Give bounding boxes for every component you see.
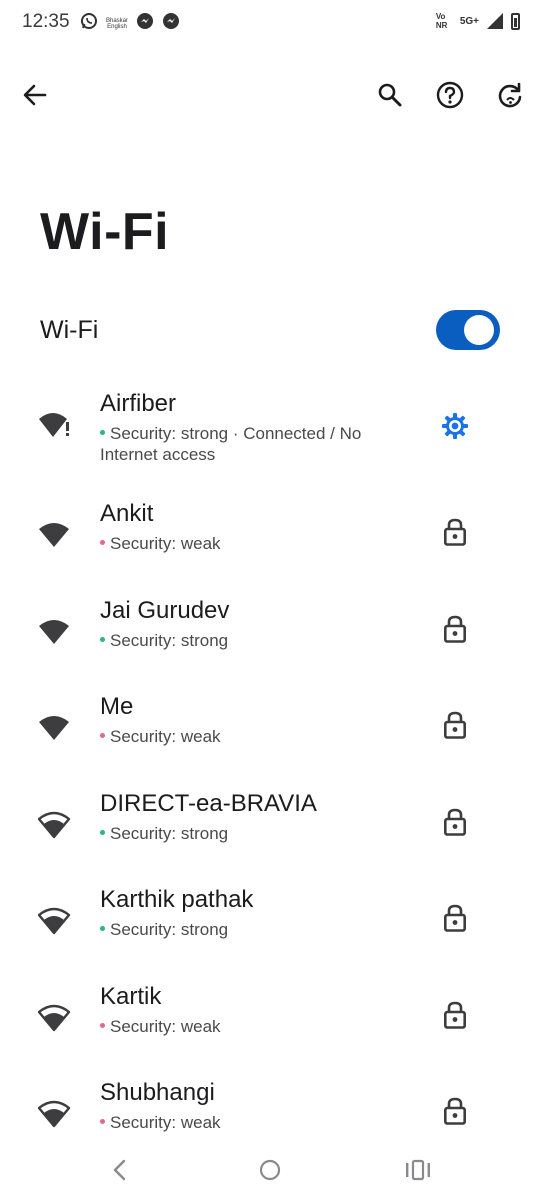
list-item[interactable]: DIRECT-ea-BRAVIA Security: strong bbox=[0, 782, 540, 879]
network-name: Kartik bbox=[100, 982, 162, 1010]
lock-icon bbox=[443, 808, 466, 836]
wifi-medium-icon bbox=[38, 1004, 71, 1031]
status-time: 12:35 bbox=[22, 11, 70, 32]
lock-indicator bbox=[440, 806, 470, 838]
wifi-full-icon bbox=[39, 619, 69, 644]
nav-home-icon bbox=[259, 1159, 281, 1181]
security-strong-dot bbox=[100, 926, 105, 932]
security-text: Security: strong · Connected / No Intern… bbox=[100, 424, 362, 464]
search-icon bbox=[378, 83, 402, 107]
nav-back-button[interactable] bbox=[100, 1152, 140, 1188]
status-bar: 12:35 Bhaskar English Vo NR 5G+ bbox=[0, 0, 540, 46]
security-text: Security: weak bbox=[110, 727, 221, 746]
security-strong-dot bbox=[100, 636, 105, 642]
list-item[interactable]: Jai Gurudev Security: strong bbox=[0, 589, 540, 686]
security-text: Security: weak bbox=[110, 534, 221, 553]
status-notification-icons: Bhaskar English bbox=[80, 12, 180, 35]
lock-icon bbox=[443, 518, 466, 546]
nav-recents-icon bbox=[406, 1159, 430, 1181]
gear-icon bbox=[442, 413, 468, 439]
lock-indicator bbox=[440, 902, 470, 934]
lock-icon bbox=[443, 615, 466, 643]
top-app-bar bbox=[0, 60, 540, 130]
wifi-toggle-row[interactable]: Wi-Fi bbox=[0, 300, 540, 362]
list-item[interactable]: Ankit Security: weak bbox=[0, 492, 540, 589]
battery-icon bbox=[511, 12, 520, 30]
search-button[interactable] bbox=[362, 60, 418, 130]
nav-back-icon bbox=[113, 1159, 126, 1181]
network-security: Security: strong bbox=[100, 919, 370, 940]
wifi-medium-icon bbox=[38, 811, 71, 838]
security-text: Security: strong bbox=[110, 630, 229, 650]
reset-internet-button[interactable] bbox=[482, 60, 538, 130]
wifi-full-icon bbox=[39, 523, 69, 547]
network-security: Security: weak bbox=[100, 533, 370, 554]
toggle-knob bbox=[464, 315, 494, 345]
network-name: Ankit bbox=[100, 500, 154, 527]
security-weak-dot bbox=[100, 1022, 105, 1028]
network-security: Security: strong bbox=[100, 823, 370, 844]
lock-icon bbox=[443, 711, 466, 739]
arrow-back-icon bbox=[23, 84, 47, 106]
wifi-medium-icon bbox=[38, 1100, 71, 1128]
back-button[interactable] bbox=[7, 60, 63, 130]
nav-home-button[interactable] bbox=[250, 1152, 290, 1188]
list-item[interactable]: Karthik pathak Security: strong bbox=[0, 878, 540, 975]
security-weak-dot bbox=[100, 1119, 105, 1125]
nav-recents-button[interactable] bbox=[398, 1152, 438, 1188]
security-weak-dot bbox=[100, 540, 105, 546]
network-name: Shubhangi bbox=[100, 1079, 215, 1106]
network-security: Security: strong · Connected / No Intern… bbox=[100, 423, 370, 465]
wifi-medium-icon bbox=[38, 907, 71, 935]
news-app-badge: Bhaskar English bbox=[106, 17, 129, 30]
whatsapp-icon bbox=[80, 12, 98, 35]
network-name: Me bbox=[100, 693, 134, 720]
status-system-icons: Vo NR 5G+ bbox=[436, 12, 520, 30]
lock-icon bbox=[443, 904, 466, 932]
wifi-full-icon bbox=[39, 716, 69, 740]
messenger-icon bbox=[136, 12, 154, 35]
volte-nr-label: Vo NR bbox=[435, 12, 448, 30]
security-text: Security: weak bbox=[110, 1016, 221, 1036]
messenger-icon bbox=[162, 12, 180, 35]
network-name: DIRECT-ea-BRAVIA bbox=[100, 789, 317, 817]
security-strong-dot bbox=[100, 430, 105, 436]
wifi-toggle-switch[interactable] bbox=[436, 310, 500, 350]
lock-indicator bbox=[440, 1095, 470, 1127]
security-strong-dot bbox=[100, 829, 105, 835]
network-settings-button[interactable] bbox=[440, 410, 470, 442]
list-item[interactable]: Kartik Security: weak bbox=[0, 975, 540, 1072]
list-item[interactable]: Me Security: weak bbox=[0, 685, 540, 782]
network-name: Airfiber bbox=[100, 390, 177, 417]
lock-indicator bbox=[440, 999, 470, 1031]
lock-indicator bbox=[440, 709, 470, 741]
lock-icon bbox=[443, 1001, 466, 1029]
page-title: Wi-Fi bbox=[40, 203, 170, 261]
security-text: Security: strong bbox=[110, 920, 229, 939]
security-text: Security: strong bbox=[110, 823, 229, 843]
lock-indicator bbox=[440, 613, 470, 645]
network-list: Airfiber Security: strong · Connected / … bbox=[0, 382, 540, 1168]
network-type-label: 5G+ bbox=[459, 15, 479, 27]
network-name: Jai Gurudev bbox=[100, 596, 230, 624]
network-security: Security: weak bbox=[100, 726, 370, 747]
network-security: Security: strong bbox=[100, 630, 370, 651]
help-icon bbox=[436, 81, 464, 109]
cell-signal-icon bbox=[487, 13, 503, 29]
reset-icon bbox=[498, 82, 522, 108]
lock-icon bbox=[443, 1097, 466, 1125]
security-weak-dot bbox=[100, 733, 105, 739]
help-button[interactable] bbox=[422, 60, 478, 130]
list-item[interactable]: Airfiber Security: strong · Connected / … bbox=[0, 382, 540, 492]
wifi-no-internet-icon bbox=[39, 413, 69, 437]
system-nav-bar bbox=[0, 1140, 540, 1200]
lock-indicator bbox=[440, 516, 470, 548]
security-text: Security: weak bbox=[110, 1113, 221, 1132]
wifi-toggle-label: Wi-Fi bbox=[40, 316, 99, 344]
network-security: Security: weak bbox=[100, 1112, 370, 1133]
network-name: Karthik pathak bbox=[100, 886, 254, 913]
network-security: Security: weak bbox=[100, 1016, 370, 1037]
